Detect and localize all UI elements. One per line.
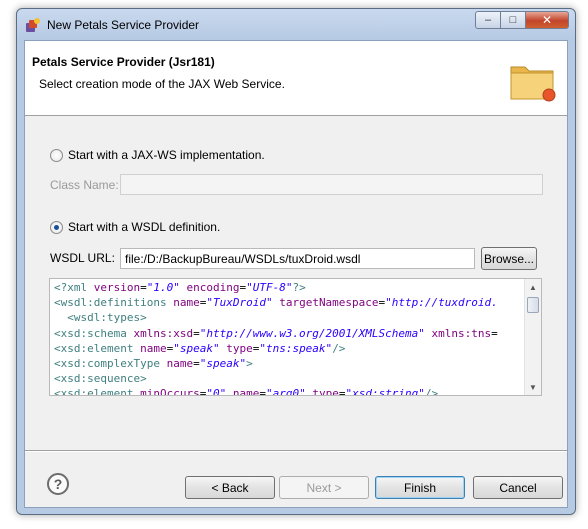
petals-wizard-icon	[26, 18, 40, 32]
xml-token: encoding	[186, 281, 240, 294]
xml-token: <xsd:element	[54, 341, 141, 355]
cancel-button[interactable]: Cancel	[473, 476, 563, 499]
xml-line: <xsd:element minOccurs="0" name="arg0" t…	[54, 386, 524, 396]
xml-token: <xsd:element	[54, 387, 141, 396]
scroll-down-icon[interactable]: ▼	[525, 379, 541, 395]
footer-separator	[25, 450, 567, 452]
next-button-label: Next >	[306, 480, 342, 495]
xml-token: minOccurs	[140, 387, 200, 396]
xml-token: xmlns:xsd	[133, 326, 194, 340]
xml-token: ?>	[292, 281, 306, 294]
maximize-icon: □	[509, 14, 517, 26]
jaxws-option-label: Start with a JAX-WS implementation.	[68, 148, 265, 162]
xml-token: name	[166, 357, 194, 371]
maximize-button[interactable]: □	[500, 11, 526, 29]
xml-token: name	[140, 341, 167, 355]
window-controls: – □ ✕	[475, 11, 569, 29]
xml-token: version	[93, 281, 141, 294]
folder-icon	[510, 66, 556, 102]
close-icon: ✕	[541, 13, 553, 27]
xml-token: />	[424, 387, 439, 396]
xml-token: <wsdl:definitions	[54, 296, 174, 310]
minimize-button[interactable]: –	[475, 11, 501, 29]
close-button[interactable]: ✕	[525, 11, 569, 29]
xml-token: type	[312, 387, 339, 396]
xml-token: "1.0"	[146, 281, 180, 294]
xml-token: />	[332, 341, 346, 355]
xml-line: <xsd:complexType name="speak">	[54, 356, 524, 371]
class-name-field[interactable]	[120, 174, 543, 195]
xml-token: =	[193, 357, 200, 371]
xml-line: <wsdl:definitions name="TuxDroid" target…	[54, 295, 524, 310]
scrollbar-thumb[interactable]	[527, 297, 539, 313]
page-description: Select creation mode of the JAX Web Serv…	[39, 77, 285, 91]
cancel-button-label: Cancel	[499, 480, 537, 495]
xml-token: =	[140, 281, 147, 294]
window-title: New Petals Service Provider	[47, 18, 200, 32]
xml-token: "speak"	[173, 341, 220, 355]
finish-button[interactable]: Finish	[375, 476, 465, 499]
xml-token: >	[246, 357, 253, 371]
browse-button-label: Browse...	[483, 251, 534, 266]
vertical-scrollbar[interactable]: ▲ ▼	[524, 279, 541, 395]
xml-line: <wsdl:types>	[54, 310, 524, 325]
class-name-label: Class Name:	[50, 178, 119, 192]
xml-token: xmlns:tns	[431, 326, 492, 340]
xml-line: <xsd:sequence>	[54, 371, 524, 386]
wsdl-url-field[interactable]: file:/D:/BackupBureau/WSDLs/tuxDroid.wsd…	[120, 248, 475, 269]
xml-token: "arg0"	[265, 387, 306, 396]
wsdl-option[interactable]: Start with a WSDL definition.	[50, 220, 220, 234]
xml-token: =	[491, 326, 498, 340]
wsdl-preview[interactable]: <?xml version="1.0" encoding="UTF-8"?> <w…	[49, 278, 542, 396]
wsdl-option-label: Start with a WSDL definition.	[68, 220, 221, 234]
next-button[interactable]: Next >	[279, 476, 369, 499]
page-title: Petals Service Provider (Jsr181)	[32, 55, 215, 69]
dialog-window: New Petals Service Provider – □ ✕ Petals…	[16, 8, 576, 515]
xml-line: <xsd:element name="speak" type="tns:spea…	[54, 341, 524, 356]
back-button[interactable]: < Back	[185, 476, 275, 499]
xml-token	[425, 327, 432, 340]
xml-token: "UTF-8"	[246, 281, 293, 294]
back-button-label: < Back	[211, 480, 249, 495]
help-icon[interactable]: ?	[47, 473, 69, 495]
xml-line: <xsd:schema xmlns:xsd="http://www.w3.org…	[54, 326, 524, 341]
xml-token: name	[232, 387, 260, 396]
wizard-header: Petals Service Provider (Jsr181) Select …	[25, 41, 567, 116]
wsdl-preview-text: <?xml version="1.0" encoding="UTF-8"?> <w…	[54, 280, 524, 396]
jaxws-radio[interactable]	[50, 148, 63, 162]
xml-token: "speak"	[199, 357, 247, 371]
xml-token: <wsdl:types>	[67, 311, 147, 325]
finish-button-label: Finish	[403, 480, 436, 495]
xml-token: <?xml	[54, 281, 94, 294]
xml-token: "http://www.w3.org/2001/XMLSchema"	[199, 326, 425, 340]
minimize-icon: –	[484, 14, 492, 26]
jaxws-option[interactable]: Start with a JAX-WS implementation.	[50, 148, 265, 162]
xml-token: name	[173, 296, 200, 310]
xml-token: "tns:speak"	[259, 341, 333, 355]
xml-token: =	[193, 326, 200, 340]
xml-token: <xsd:schema	[54, 326, 134, 340]
help-glyph: ?	[53, 476, 63, 492]
wsdl-radio[interactable]	[50, 220, 63, 234]
xml-token: <xsd:complexType	[54, 357, 167, 371]
xml-token	[54, 311, 67, 324]
xml-token: =	[259, 387, 266, 396]
xml-token: "0"	[206, 387, 227, 396]
xml-token	[226, 387, 233, 395]
xml-token: "TuxDroid"	[206, 296, 273, 310]
xml-token: "http://tuxdroid.	[385, 296, 498, 310]
xml-token: type	[226, 341, 253, 355]
scroll-up-icon[interactable]: ▲	[525, 279, 541, 295]
xml-line: <?xml version="1.0" encoding="UTF-8"?>	[54, 280, 524, 295]
xml-token: targetNamespace	[279, 296, 379, 310]
xml-token: "xsd:string"	[345, 387, 425, 396]
wsdl-url-label: WSDL URL:	[50, 251, 115, 265]
dialog-client-area: Petals Service Provider (Jsr181) Select …	[24, 40, 568, 508]
title-bar: New Petals Service Provider – □ ✕	[17, 9, 575, 39]
xml-token: <xsd:sequence>	[54, 372, 147, 386]
browse-button[interactable]: Browse...	[481, 247, 537, 270]
